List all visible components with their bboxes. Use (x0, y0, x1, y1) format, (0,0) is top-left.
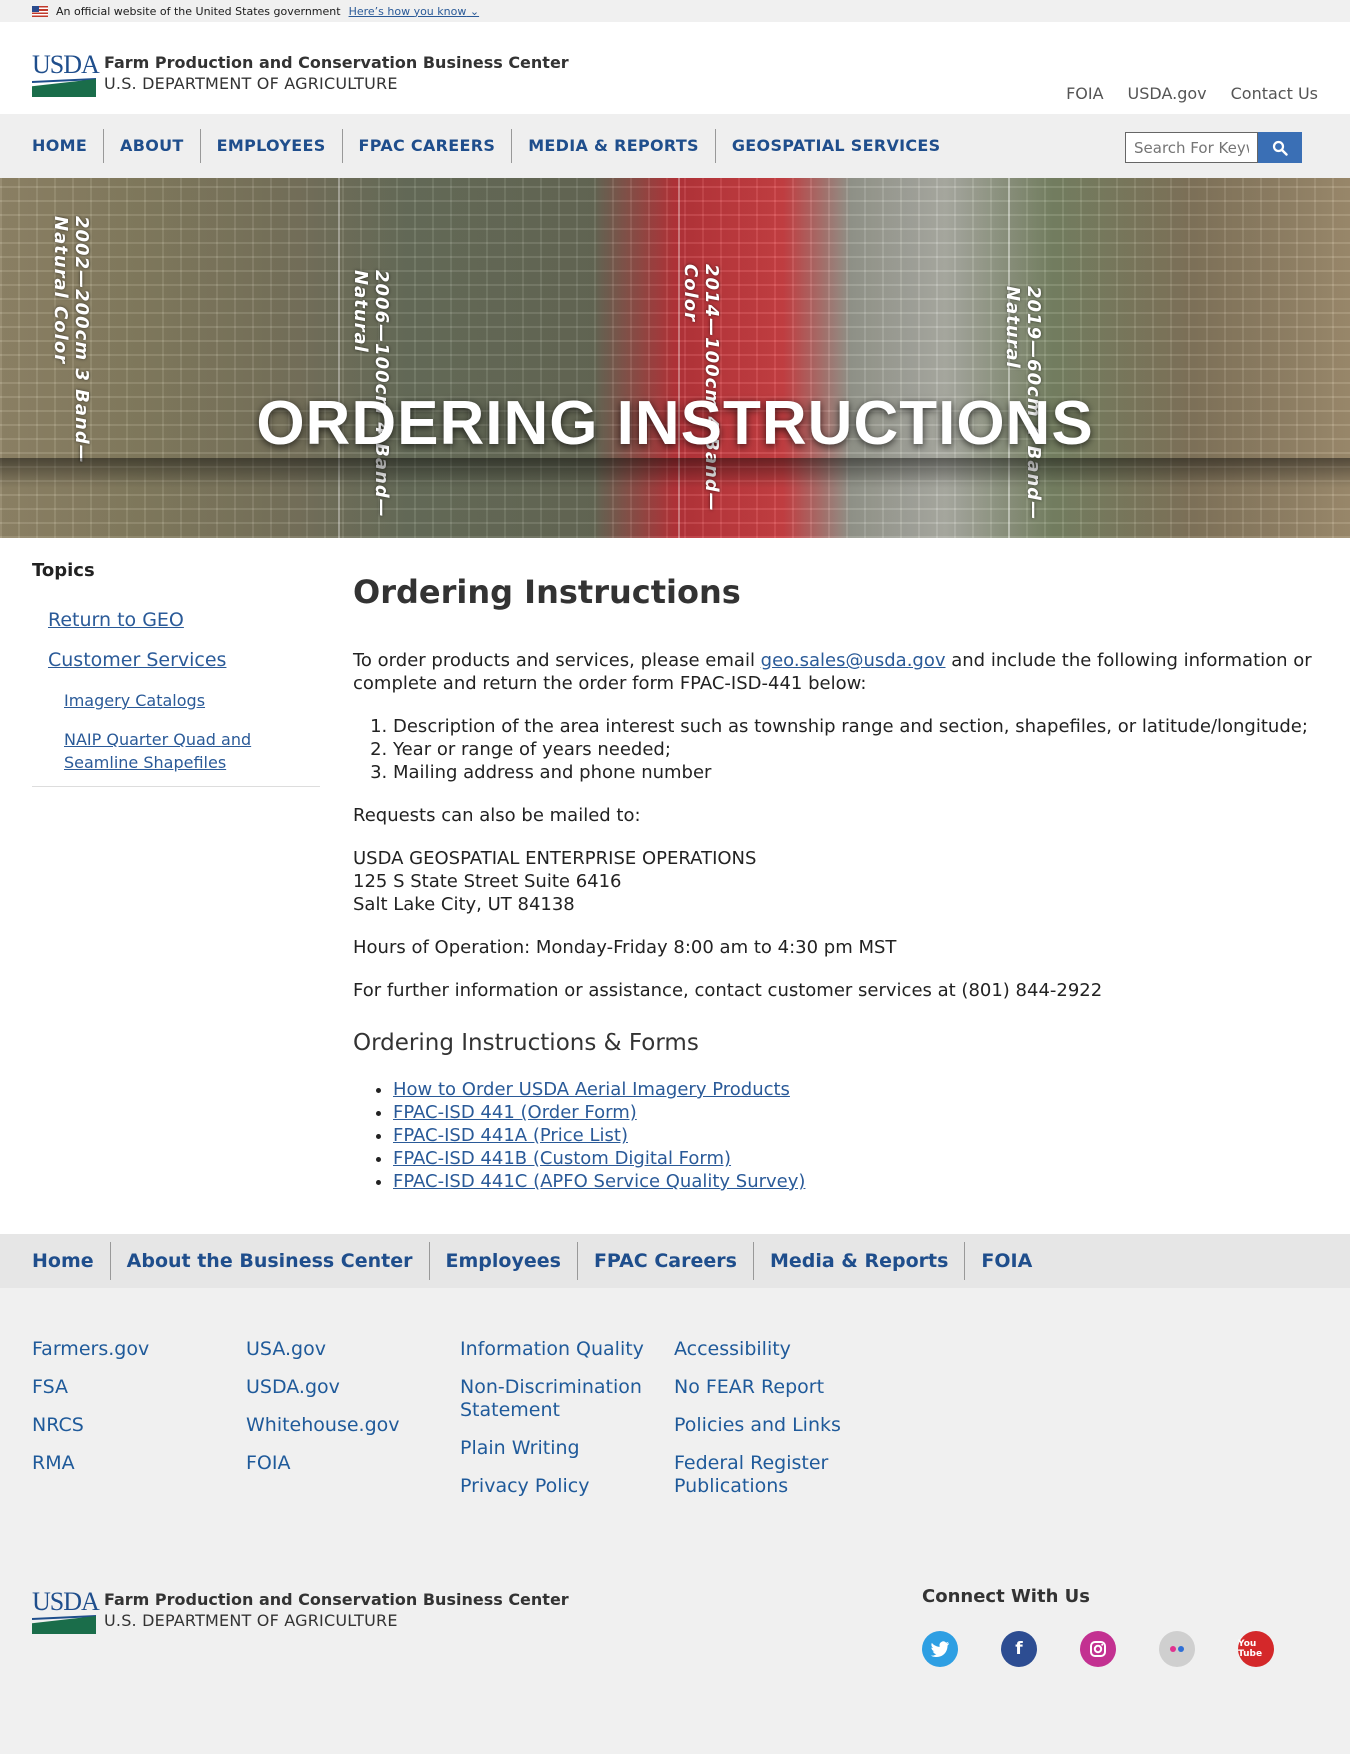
footer-link[interactable]: Accessibility (674, 1338, 888, 1361)
sidebar-item-customer-services[interactable]: Customer Services (48, 649, 320, 671)
footer-link[interactable]: RMA (32, 1452, 246, 1475)
nav-fpac-careers[interactable]: FPAC CAREERS (341, 129, 512, 163)
twitter-icon[interactable] (922, 1631, 958, 1667)
article: Ordering Instructions To order products … (353, 572, 1313, 1193)
search-icon (1272, 140, 1288, 156)
logo-subtitle: U.S. DEPARTMENT OF AGRICULTURE (104, 74, 398, 93)
sidebar-item-return-to-geo[interactable]: Return to GEO (48, 609, 320, 631)
usda-logo-icon: USDA (32, 52, 100, 97)
footer-link[interactable]: Non-Discrimination Statement (460, 1376, 674, 1422)
form-link-441c[interactable]: FPAC-ISD 441C (APFO Service Quality Surv… (393, 1171, 805, 1192)
footer-logo-subtitle: U.S. DEPARTMENT OF AGRICULTURE (104, 1611, 398, 1630)
site-header: USDA Farm Production and Conservation Bu… (0, 22, 1350, 114)
footer-col-3: Information Quality Non-Discrimination S… (460, 1338, 674, 1513)
gov-banner: An official website of the United States… (0, 0, 1350, 22)
utility-links: FOIA USDA.gov Contact Us (1066, 84, 1318, 103)
nav-about[interactable]: ABOUT (103, 129, 200, 163)
footer-nav-foia[interactable]: FOIA (964, 1242, 1048, 1280)
mail-intro: Requests can also be mailed to: (353, 805, 641, 826)
list-item: Mailing address and phone number (393, 761, 1313, 784)
nav-geospatial-services[interactable]: GEOSPATIAL SERVICES (714, 129, 957, 163)
footer-nav-media[interactable]: Media & Reports (752, 1242, 964, 1280)
page-title: Ordering Instructions (353, 573, 741, 611)
sidebar-item-naip-shapefiles[interactable]: NAIP Quarter Quad and Seamline Shapefile… (64, 728, 320, 774)
form-link-441b[interactable]: FPAC-ISD 441B (Custom Digital Form) (393, 1148, 731, 1169)
form-link-how-to-order[interactable]: How to Order USDA Aerial Imagery Product… (393, 1079, 790, 1100)
list-item: Description of the area interest such as… (393, 715, 1313, 738)
requirements-list: Description of the area interest such as… (393, 715, 1313, 784)
email-link[interactable]: geo.sales@usda.gov (761, 650, 946, 671)
footer-col-1: Farmers.gov FSA NRCS RMA (32, 1338, 246, 1513)
nav-employees[interactable]: EMPLOYEES (199, 129, 342, 163)
hero-title: ORDERING INSTRUCTIONS (256, 389, 1094, 458)
site-footer: Farmers.gov FSA NRCS RMA USA.gov USDA.go… (0, 1288, 1350, 1754)
footer-link[interactable]: USA.gov (246, 1338, 460, 1361)
hero-label-2002: 2002—200cm 3 Band—Natural Color (50, 216, 92, 464)
sidebar: Topics Return to GEO Customer Services I… (32, 560, 320, 787)
usda-logo-icon: USDA (32, 1589, 100, 1634)
forms-list: How to Order USDA Aerial Imagery Product… (393, 1078, 1313, 1193)
logo-title: Farm Production and Conservation Busines… (104, 53, 569, 72)
footer-link[interactable]: NRCS (32, 1414, 246, 1437)
connect-with-us: Connect With Us f You Tube (922, 1586, 1274, 1667)
search-input[interactable] (1125, 132, 1258, 163)
footer-nav-about[interactable]: About the Business Center (109, 1242, 429, 1280)
gov-banner-text: An official website of the United States… (56, 4, 341, 18)
assistance-text: For further information or assistance, c… (353, 980, 1103, 1001)
sidebar-heading: Topics (32, 560, 95, 581)
hours-of-operation: Hours of Operation: Monday-Friday 8:00 a… (353, 937, 897, 958)
search-button[interactable] (1258, 132, 1302, 163)
flickr-icon[interactable] (1159, 1631, 1195, 1667)
search-form (1125, 132, 1302, 163)
footer-link[interactable]: Federal Register Publications (674, 1452, 888, 1498)
footer-link[interactable]: FSA (32, 1376, 246, 1399)
footer-nav-employees[interactable]: Employees (428, 1242, 577, 1280)
footer-link[interactable]: Policies and Links (674, 1414, 888, 1437)
intro-paragraph: To order products and services, please e… (353, 650, 1312, 694)
footer-link[interactable]: Plain Writing (460, 1437, 674, 1460)
footer-link[interactable]: Information Quality (460, 1338, 674, 1361)
footer-link[interactable]: No FEAR Report (674, 1376, 888, 1399)
footer-logo-title: Farm Production and Conservation Busines… (104, 1590, 569, 1609)
footer-nav-careers[interactable]: FPAC Careers (576, 1242, 753, 1280)
util-link-contact[interactable]: Contact Us (1231, 84, 1318, 103)
mailing-address: USDA GEOSPATIAL ENTERPRISE OPERATIONS 12… (353, 848, 757, 915)
footer-link[interactable]: FOIA (246, 1452, 460, 1475)
form-link-441a[interactable]: FPAC-ISD 441A (Price List) (393, 1125, 628, 1146)
nav-home[interactable]: HOME (32, 129, 103, 163)
main-content-area: Topics Return to GEO Customer Services I… (0, 538, 1350, 1234)
facebook-icon[interactable]: f (1001, 1631, 1037, 1667)
footer-nav-home[interactable]: Home (32, 1242, 110, 1280)
sidebar-item-imagery-catalogs[interactable]: Imagery Catalogs (64, 689, 320, 712)
us-flag-icon (32, 5, 48, 17)
list-item: Year or range of years needed; (393, 738, 1313, 761)
hero-banner: 2002—200cm 3 Band—Natural Color 2006—100… (0, 178, 1350, 538)
nav-media-reports[interactable]: MEDIA & REPORTS (511, 129, 715, 163)
footer-nav: Home About the Business Center Employees… (0, 1234, 1350, 1288)
site-logo[interactable]: USDA Farm Production and Conservation Bu… (32, 52, 569, 97)
heres-how-you-know-link[interactable]: Here’s how you know ⌄ (349, 5, 480, 18)
footer-link-columns: Farmers.gov FSA NRCS RMA USA.gov USDA.go… (32, 1338, 888, 1513)
youtube-icon[interactable]: You Tube (1238, 1631, 1274, 1667)
connect-heading: Connect With Us (922, 1586, 1090, 1607)
forms-heading: Ordering Instructions & Forms (353, 1030, 699, 1056)
main-nav: HOME ABOUT EMPLOYEES FPAC CAREERS MEDIA … (0, 114, 1350, 178)
footer-link[interactable]: Privacy Policy (460, 1475, 674, 1498)
footer-link[interactable]: USDA.gov (246, 1376, 460, 1399)
footer-logo[interactable]: USDA Farm Production and Conservation Bu… (32, 1589, 569, 1634)
util-link-foia[interactable]: FOIA (1066, 84, 1103, 103)
footer-link[interactable]: Whitehouse.gov (246, 1414, 460, 1437)
footer-col-2: USA.gov USDA.gov Whitehouse.gov FOIA (246, 1338, 460, 1513)
instagram-icon[interactable] (1080, 1631, 1116, 1667)
sidebar-divider (32, 786, 320, 787)
footer-link[interactable]: Farmers.gov (32, 1338, 246, 1361)
footer-col-4: Accessibility No FEAR Report Policies an… (674, 1338, 888, 1513)
social-links: f You Tube (922, 1631, 1274, 1667)
util-link-usda[interactable]: USDA.gov (1128, 84, 1207, 103)
form-link-441[interactable]: FPAC-ISD 441 (Order Form) (393, 1102, 637, 1123)
